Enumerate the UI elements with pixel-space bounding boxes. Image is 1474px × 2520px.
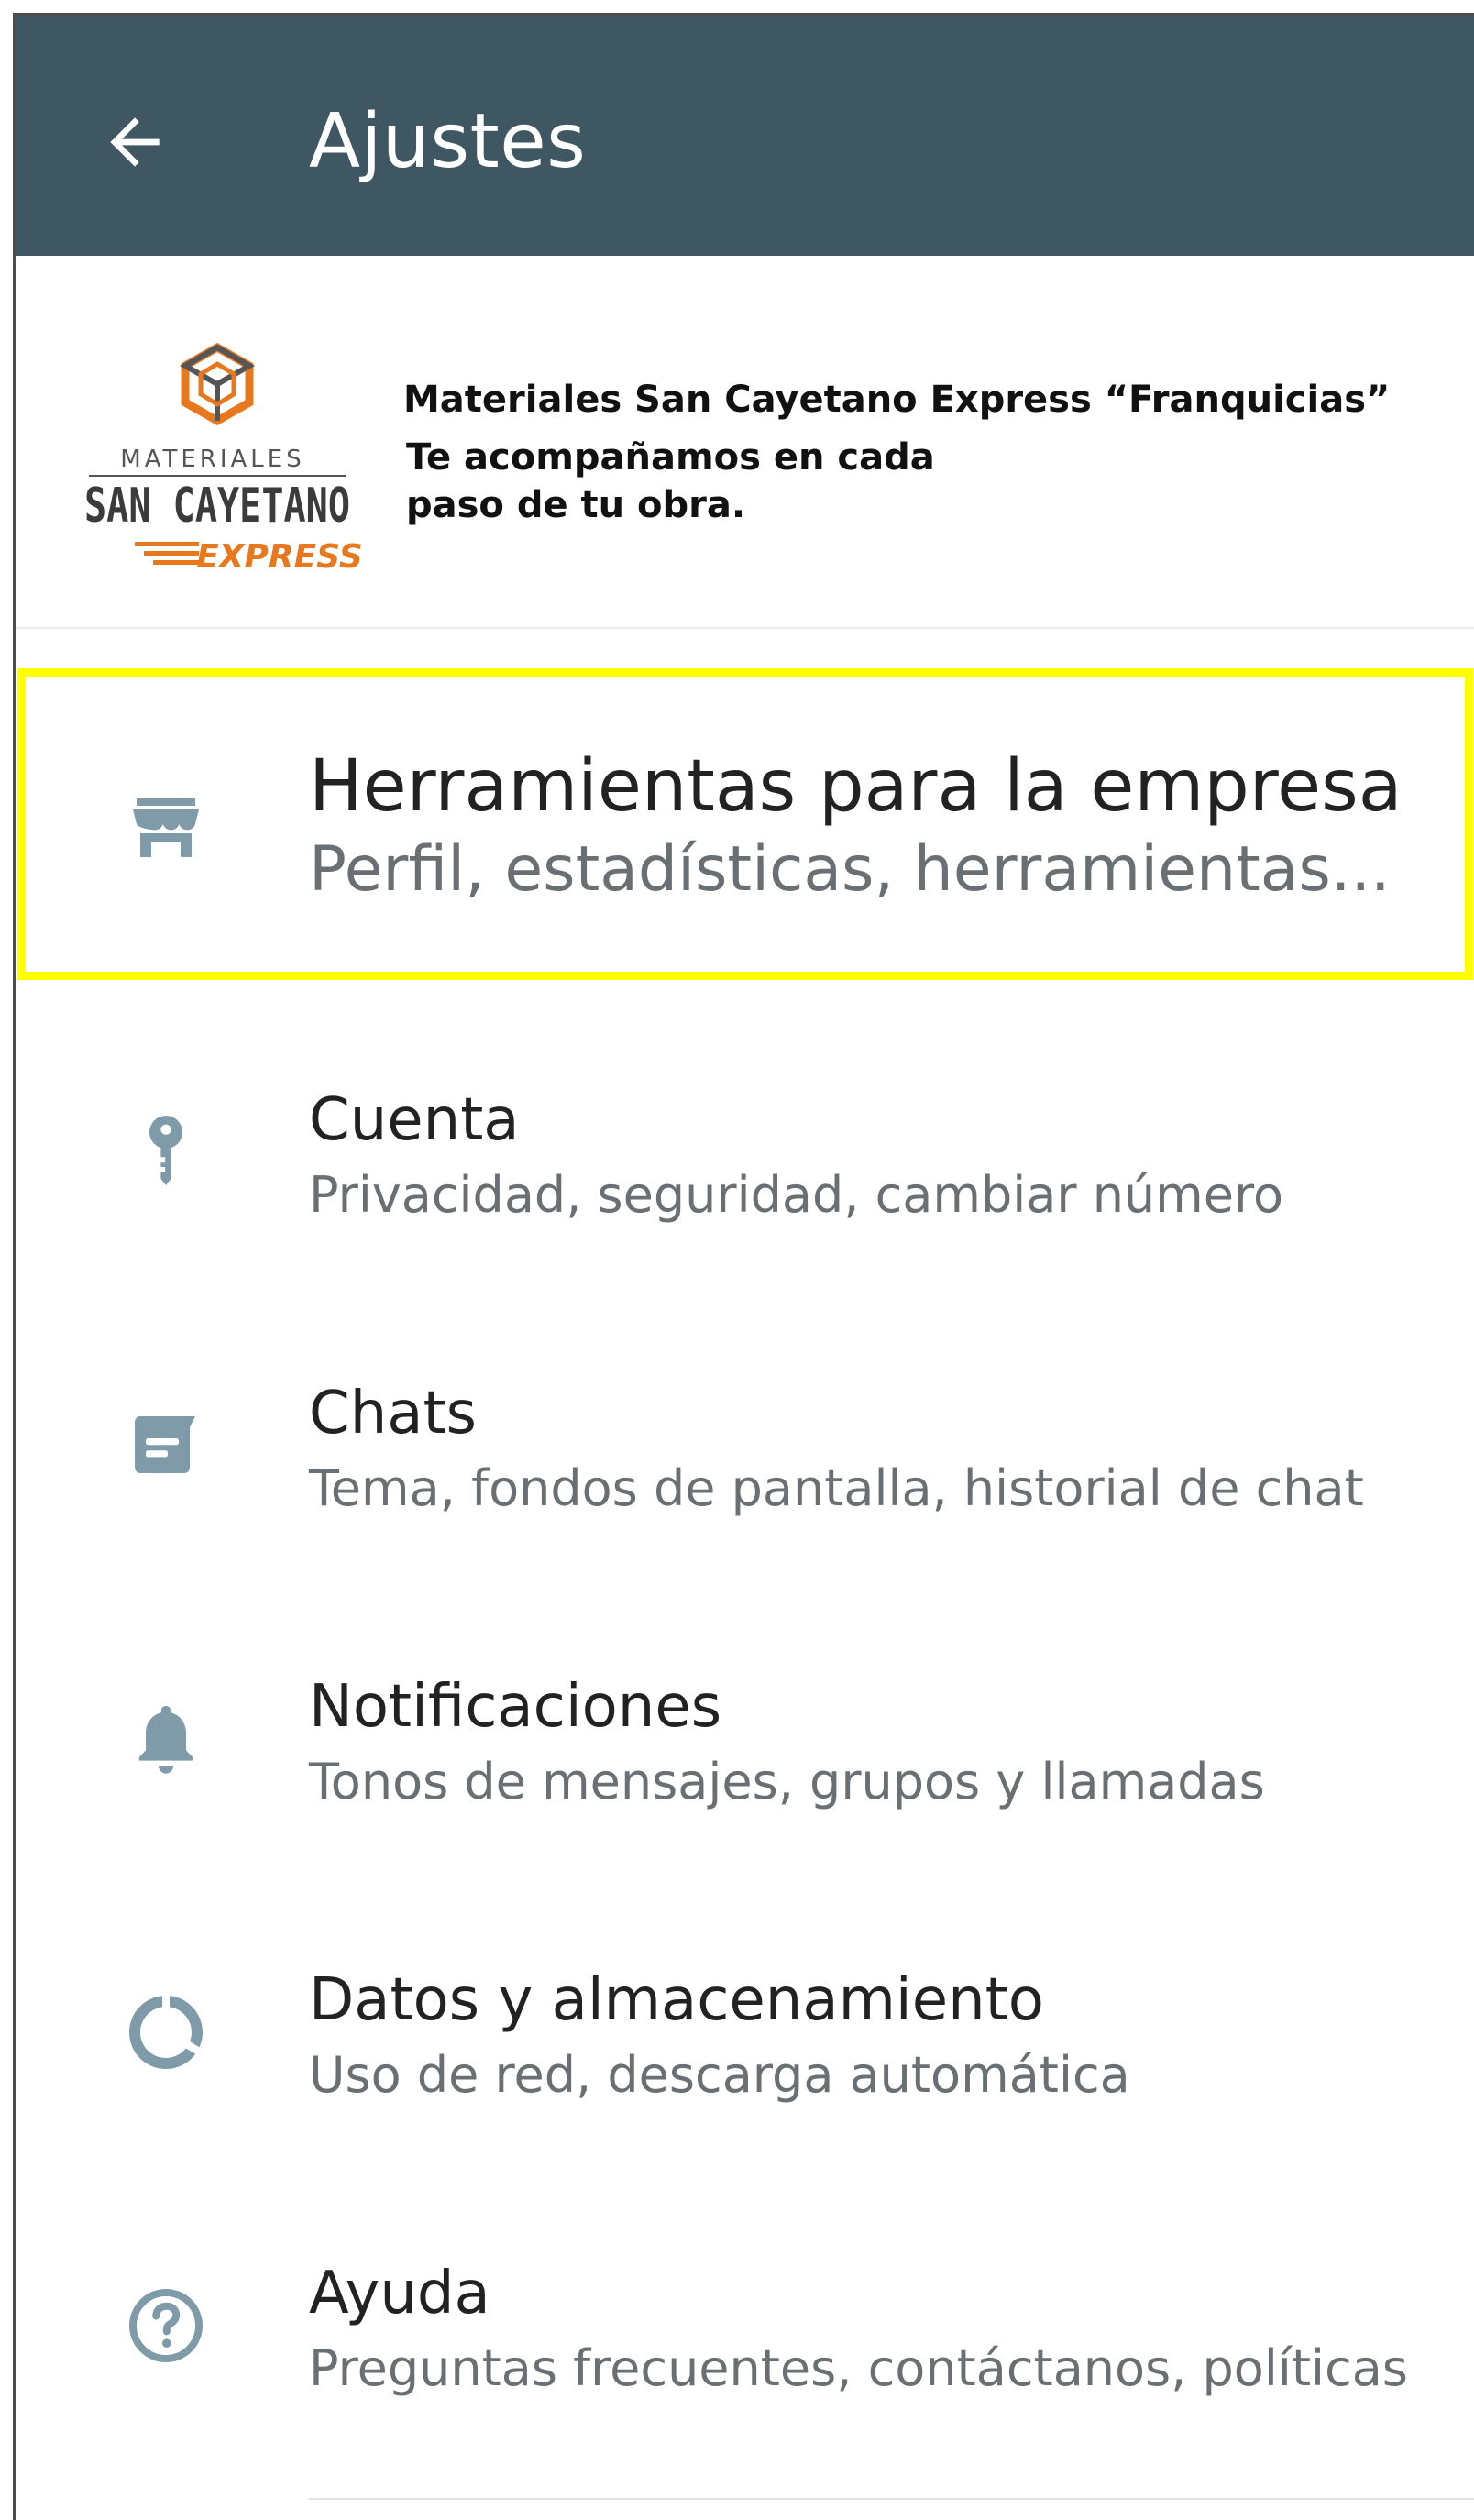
app-bar: Ajustes (16, 16, 1474, 256)
tagline-line-1: Te acompañamos en cada (406, 436, 935, 479)
svg-text:EXPRESS: EXPRESS (196, 538, 363, 576)
menu-item-chats[interactable]: Chats Tema, fondos de pantalla, historia… (16, 1308, 1474, 1583)
settings-screen: Ajustes MATERIALES SAN CAYETANO EXPRESS … (13, 13, 1474, 2520)
menu-item-title: Cuenta (309, 1086, 520, 1154)
bell-icon (116, 1689, 215, 1788)
divider (309, 2498, 1474, 2500)
menu-item-notifications[interactable]: Notificaciones Tonos de mensajes, grupos… (16, 1601, 1474, 1876)
menu-item-subtitle: Tonos de mensajes, grupos y llamadas (309, 1753, 1265, 1810)
menu-item-title: Ayuda (309, 2260, 490, 2327)
highlight-frame (17, 668, 1473, 980)
business-profile[interactable]: MATERIALES SAN CAYETANO EXPRESS Material… (16, 256, 1474, 629)
page-title: Ajustes (309, 98, 587, 185)
menu-item-help[interactable]: Ayuda Preguntas frecuentes, contáctanos,… (16, 2188, 1474, 2463)
help-icon (116, 2276, 215, 2375)
menu-item-data-storage[interactable]: Datos y almacenamiento Uso de red, desca… (16, 1895, 1474, 2170)
tagline-line-2: paso de tu obra. (406, 484, 746, 526)
menu-item-title: Chats (309, 1380, 477, 1447)
business-name: Materiales San Cayetano Express “Franqui… (403, 379, 1391, 421)
svg-text:SAN CAYETANO: SAN CAYETANO (84, 479, 350, 534)
key-icon (116, 1103, 215, 1202)
back-button[interactable] (80, 87, 190, 197)
menu-item-subtitle: Preguntas frecuentes, contáctanos, polít… (309, 2339, 1408, 2397)
company-logo: MATERIALES SAN CAYETANO EXPRESS (84, 342, 363, 576)
menu-item-subtitle: Uso de red, descarga automática (309, 2046, 1130, 2104)
menu-item-account[interactable]: Cuenta Privacidad, seguridad, cambiar nú… (16, 1015, 1474, 1290)
menu-item-title: Notificaciones (309, 1673, 722, 1741)
menu-item-subtitle: Privacidad, seguridad, cambiar número (309, 1166, 1284, 1224)
menu-item-title: Datos y almacenamiento (309, 1966, 1044, 2034)
chat-icon (116, 1396, 215, 1495)
business-tagline: Te acompañamos en cada paso de tu obra. (406, 434, 993, 529)
data-usage-icon (116, 1983, 215, 2082)
svg-text:MATERIALES: MATERIALES (120, 446, 304, 473)
arrow-left-icon (110, 117, 160, 167)
menu-item-subtitle: Tema, fondos de pantalla, historial de c… (309, 1459, 1364, 1517)
